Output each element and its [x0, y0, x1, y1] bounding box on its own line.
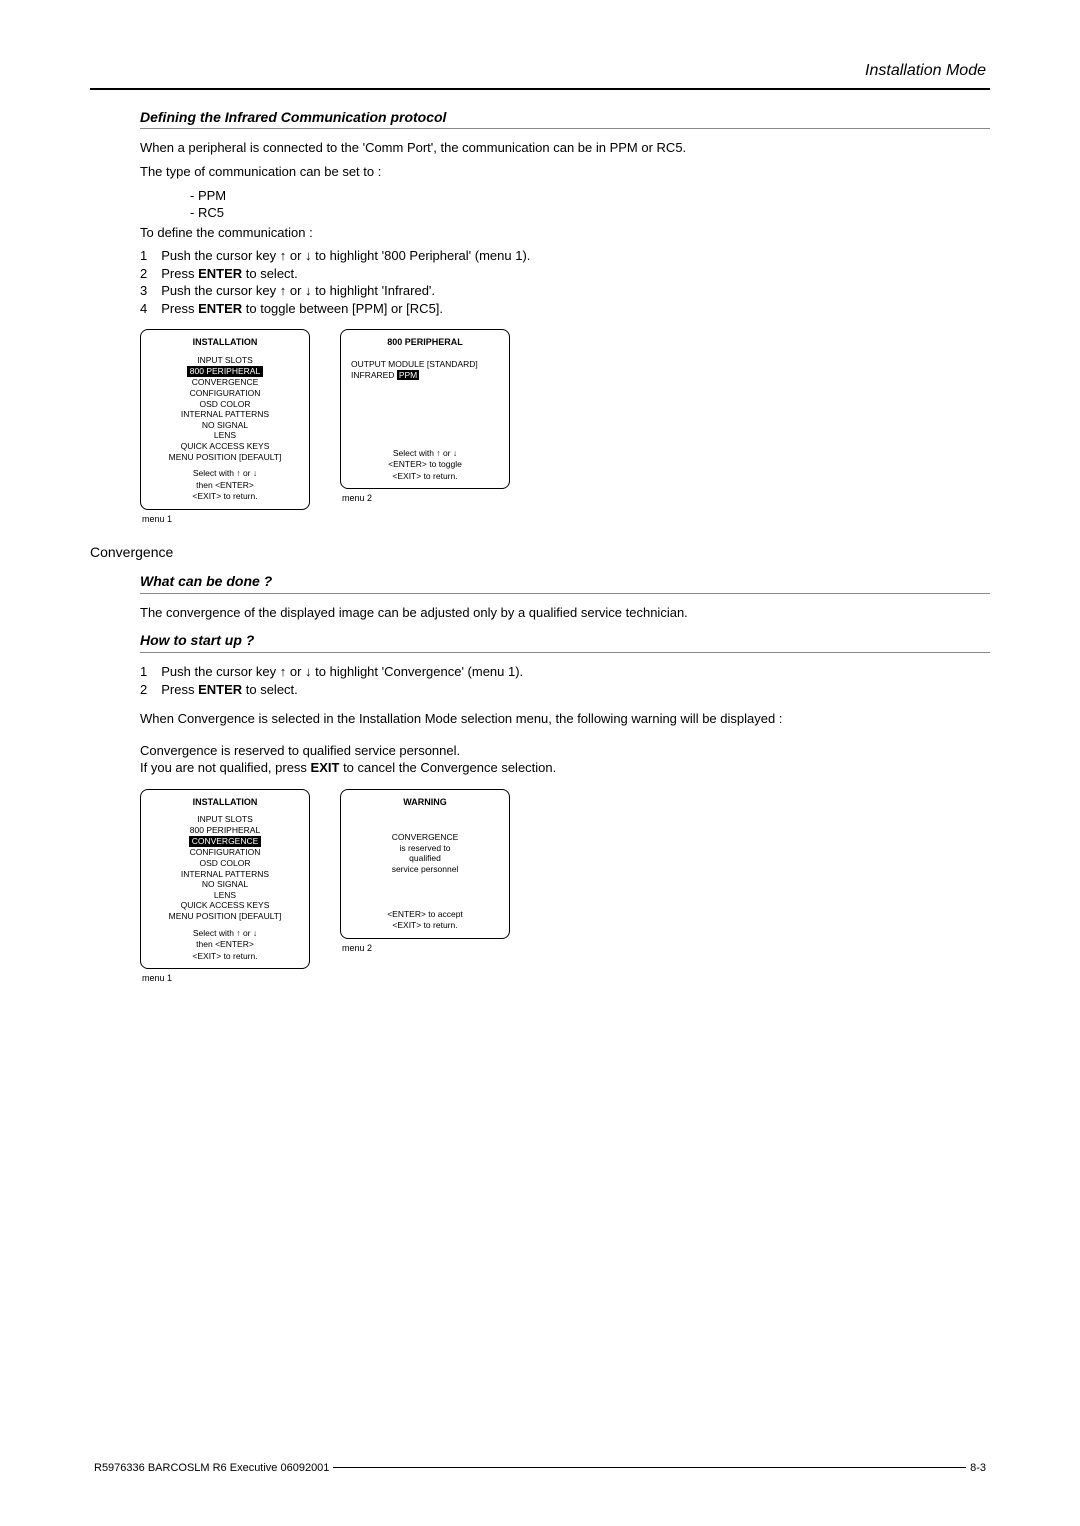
- menu-title: INSTALLATION: [145, 336, 305, 348]
- step-num: 2: [140, 681, 147, 699]
- menu-item-highlight: 800 PERIPHERAL: [187, 366, 263, 377]
- step-num: 3: [140, 282, 147, 300]
- menu-item: 800 PERIPHERAL: [145, 825, 305, 836]
- menu-footer: <EXIT> to return.: [145, 951, 305, 962]
- menu-item: INTERNAL PATTERNS: [145, 409, 305, 420]
- menu-caption: menu 2: [342, 492, 372, 504]
- warning-line: service personnel: [345, 864, 505, 875]
- section2-warn2: If you are not qualified, press EXIT to …: [140, 759, 990, 777]
- menu-item: MENU POSITION [DEFAULT]: [145, 911, 305, 922]
- menu-item: INPUT SLOTS: [145, 814, 305, 825]
- menu-title: WARNING: [345, 796, 505, 808]
- installation-menu-box: INSTALLATION INPUT SLOTS 800 PERIPHERAL …: [140, 329, 310, 509]
- section1-steps: 1 Push the cursor key or to highlight '8…: [140, 247, 990, 317]
- peripheral-line-2: INFRARED PPM: [345, 370, 505, 381]
- menu-footer: <ENTER> to accept: [341, 909, 509, 920]
- peripheral-line-1: OUTPUT MODULE [STANDARD]: [345, 359, 505, 370]
- menu-caption: menu 1: [142, 972, 172, 984]
- step-text: Push the cursor key or to highlight '800…: [161, 247, 530, 265]
- sub2-title: How to start up ?: [140, 631, 990, 650]
- sub1-p: The convergence of the displayed image c…: [140, 604, 990, 622]
- menu-item: OSD COLOR: [145, 858, 305, 869]
- menu-caption: menu 1: [142, 513, 172, 525]
- section2-step-1: 1 Push the cursor key or to highlight 'C…: [140, 663, 990, 681]
- warning-menu-box: WARNING CONVERGENCE is reserved to quali…: [340, 789, 510, 939]
- convergence-heading: Convergence: [90, 543, 990, 562]
- arrow-up-icon: [280, 283, 287, 298]
- section1-step-3: 3 Push the cursor key or to highlight 'I…: [140, 282, 990, 300]
- section1-p2: The type of communication can be set to …: [140, 163, 990, 181]
- step-text: Push the cursor key or to highlight 'Con…: [161, 663, 523, 681]
- menu-item: MENU POSITION [DEFAULT]: [145, 452, 305, 463]
- footer-right: 8-3: [966, 1461, 990, 1476]
- section2-menu-row: INSTALLATION INPUT SLOTS 800 PERIPHERAL …: [140, 789, 990, 984]
- section1-step-1: 1 Push the cursor key or to highlight '8…: [140, 247, 990, 265]
- menu-item: CONFIGURATION: [145, 388, 305, 399]
- menu-item: QUICK ACCESS KEYS: [145, 441, 305, 452]
- section1-title: Defining the Infrared Communication prot…: [140, 108, 990, 127]
- step-text: Press ENTER to toggle between [PPM] or […: [161, 300, 443, 318]
- menu-footer: <EXIT> to return.: [341, 920, 509, 931]
- section1-rule: [140, 128, 990, 129]
- step-text: Press ENTER to select.: [161, 681, 298, 699]
- arrow-up-icon: [280, 664, 287, 679]
- warning-line: CONVERGENCE: [345, 832, 505, 843]
- page-header: Installation Mode: [90, 60, 990, 82]
- sub1-title: What can be done ?: [140, 572, 990, 591]
- step-text: Press ENTER to select.: [161, 265, 298, 283]
- menu-item: NO SIGNAL: [145, 879, 305, 890]
- step-num: 4: [140, 300, 147, 318]
- menu-footer: Select with ↑ or ↓: [341, 448, 509, 459]
- menu-item: NO SIGNAL: [145, 420, 305, 431]
- footer-left: R5976336 BARCOSLM R6 Executive 06092001: [90, 1461, 333, 1476]
- section2-step-2: 2 Press ENTER to select.: [140, 681, 990, 699]
- menu-footer: then <ENTER>: [145, 939, 305, 950]
- menu-item: INPUT SLOTS: [145, 355, 305, 366]
- arrow-up-icon: [280, 248, 287, 263]
- installation-menu-box-2: INSTALLATION INPUT SLOTS 800 PERIPHERAL …: [140, 789, 310, 969]
- warning-line: qualified: [345, 853, 505, 864]
- menu-item: CONVERGENCE: [145, 377, 305, 388]
- menu-item: LENS: [145, 890, 305, 901]
- section1-bullet-0: - PPM: [190, 187, 990, 205]
- menu-item: QUICK ACCESS KEYS: [145, 900, 305, 911]
- page-footer: R5976336 BARCOSLM R6 Executive 06092001 …: [90, 1467, 990, 1476]
- peripheral-menu-box: 800 PERIPHERAL OUTPUT MODULE [STANDARD] …: [340, 329, 510, 489]
- step-num: 1: [140, 663, 147, 681]
- sub2-rule: [140, 652, 990, 653]
- header-rule: [90, 88, 990, 90]
- menu-item: CONFIGURATION: [145, 847, 305, 858]
- menu-item: OSD COLOR: [145, 399, 305, 410]
- step-num: 2: [140, 265, 147, 283]
- menu-title: INSTALLATION: [145, 796, 305, 808]
- step-text: Push the cursor key or to highlight 'Inf…: [161, 282, 435, 300]
- menu-item: INTERNAL PATTERNS: [145, 869, 305, 880]
- menu-caption: menu 2: [342, 942, 372, 954]
- section2-steps: 1 Push the cursor key or to highlight 'C…: [140, 663, 990, 698]
- menu-title: 800 PERIPHERAL: [345, 336, 505, 348]
- section1-p3: To define the communication :: [140, 224, 990, 242]
- section1-p1: When a peripheral is connected to the 'C…: [140, 139, 990, 157]
- warning-line: is reserved to: [345, 843, 505, 854]
- sub1-rule: [140, 593, 990, 594]
- section1-bullet-1: - RC5: [190, 204, 990, 222]
- section2-p-after: When Convergence is selected in the Inst…: [140, 710, 990, 728]
- menu-footer: <ENTER> to toggle: [341, 459, 509, 470]
- menu-footer: Select with ↑ or ↓: [145, 928, 305, 939]
- menu-footer: Select with ↑ or ↓: [145, 468, 305, 479]
- menu-footer: <EXIT> to return.: [145, 491, 305, 502]
- menu-item: LENS: [145, 430, 305, 441]
- menu-footer: <EXIT> to return.: [341, 471, 509, 482]
- menu-item-highlight: CONVERGENCE: [189, 836, 262, 847]
- section1-step-2: 2 Press ENTER to select.: [140, 265, 990, 283]
- section1-step-4: 4 Press ENTER to toggle between [PPM] or…: [140, 300, 990, 318]
- section2-warn1: Convergence is reserved to qualified ser…: [140, 742, 990, 760]
- section1-menu-row: INSTALLATION INPUT SLOTS 800 PERIPHERAL …: [140, 329, 990, 524]
- menu-footer: then <ENTER>: [145, 480, 305, 491]
- step-num: 1: [140, 247, 147, 265]
